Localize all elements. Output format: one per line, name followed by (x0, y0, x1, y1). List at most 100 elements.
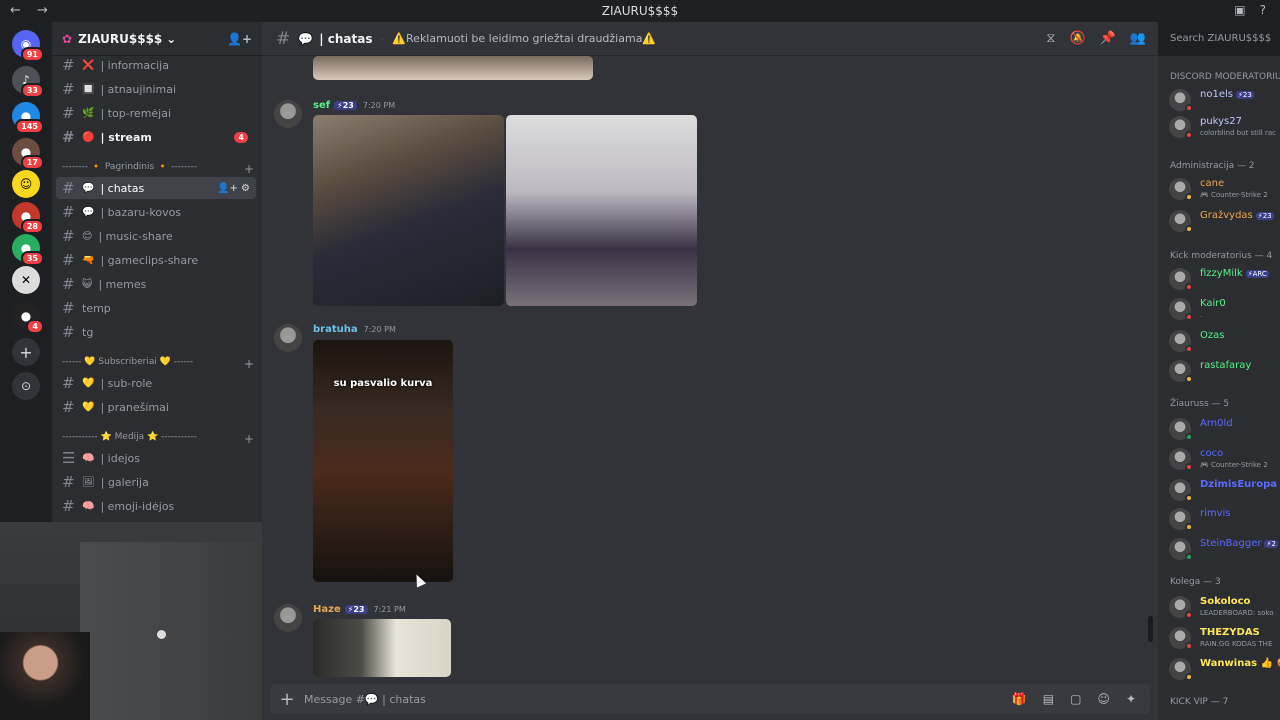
member-list-icon[interactable]: 👥 (1130, 31, 1146, 46)
member-name: rastafaray (1200, 360, 1252, 371)
server-icon[interactable]: ● 17 (12, 138, 44, 170)
avatar[interactable] (274, 324, 302, 352)
member-item[interactable]: pukys27 colorblind but still rac (1168, 114, 1280, 140)
hash-icon: # (62, 398, 75, 416)
discord-home-icon[interactable]: ◉ 91 (12, 30, 44, 62)
channel-emoji: 🔫 (82, 254, 95, 266)
mute-icon[interactable]: 🔕 (1069, 31, 1085, 46)
member-item[interactable]: DzimisEuropa (1168, 477, 1280, 503)
channel-label: | pranešimai (100, 400, 169, 414)
forum-item[interactable]: ☰ 🧠 | idejos (56, 447, 256, 469)
member-item[interactable]: Arn0ld (1168, 416, 1280, 442)
add-server-icon[interactable]: + (12, 338, 40, 366)
nav-arrows-icon[interactable]: ← → (10, 3, 54, 18)
member-item[interactable]: coco 🎮 Counter-Strike 2 (1168, 446, 1280, 472)
category-header[interactable]: ------ 💛 Subscriberiai 💛 ------ + (62, 357, 254, 371)
server-icon[interactable]: ♪ 33 (12, 66, 44, 98)
member-name: no1els (1200, 89, 1233, 100)
server-icon[interactable]: ✕ (12, 266, 40, 294)
channel-item-active[interactable]: # 💬 | chatas 👤+ ⚙ (56, 177, 256, 199)
channel-label: | music-share (98, 229, 173, 243)
channel-emoji: 🌿 (82, 107, 95, 119)
member-item[interactable]: rastafaray (1168, 358, 1280, 384)
apps-icon[interactable]: ✦ (1126, 692, 1136, 706)
message-composer[interactable]: + Message #💬 | chatas 🎁 ▤ ▢ ☺ ✦ (270, 684, 1150, 714)
channel-item[interactable]: # tg (56, 321, 256, 343)
member-item[interactable]: no1els ⚡23 (1168, 87, 1280, 113)
category-header[interactable]: ----------- ⭐ Medija ⭐ ----------- + (62, 432, 254, 446)
channel-item[interactable]: # 🔴 | stream 4 (56, 126, 256, 148)
message-image[interactable] (313, 619, 451, 677)
help-icon[interactable]: ? (1260, 3, 1266, 17)
gif-icon[interactable]: ▤ (1043, 692, 1054, 706)
search-input[interactable]: Search ZIAURU$$$$ (1164, 29, 1280, 51)
server-icon[interactable]: ☺ (12, 170, 40, 198)
channel-settings-icon[interactable]: 👤+ ⚙ (217, 183, 250, 194)
channel-item[interactable]: # 😺 | memes (56, 273, 256, 295)
channel-item[interactable]: # ❌ | informacija (56, 54, 256, 76)
member-activity: 🎮 Counter-Strike 2 (1200, 191, 1268, 199)
message-author[interactable]: Haze (313, 604, 341, 615)
member-item[interactable]: Ozas (1168, 328, 1280, 354)
discover-icon[interactable]: ⊙ (12, 372, 40, 400)
add-channel-icon[interactable]: + (244, 432, 254, 446)
channel-item[interactable]: # 🔫 | gameclips-share (56, 249, 256, 271)
emoji-icon[interactable]: ☺ (1097, 692, 1110, 706)
boost-tag: ⚡23 (344, 605, 368, 614)
hash-icon: # (62, 299, 75, 317)
server-header[interactable]: ✿ ZIAURU$$$$ ⌄ 👤+ (52, 22, 262, 56)
hash-icon: # (62, 80, 75, 98)
add-member-icon[interactable]: 👤+ (227, 32, 252, 46)
member-item[interactable]: rimvis (1168, 506, 1280, 532)
server-icon[interactable]: ● 145 (12, 102, 44, 134)
server-icon[interactable]: ● 4 (12, 302, 44, 334)
message-image[interactable] (506, 115, 697, 306)
member-item[interactable]: THEZYDAS RAIN.GG KODAS THE (1168, 625, 1280, 651)
channel-item[interactable]: # 😊 | music-share (56, 225, 256, 247)
server-icon[interactable]: ● 28 (12, 202, 44, 234)
message-author[interactable]: bratuha (313, 324, 358, 335)
threads-icon[interactable]: ⧖ (1046, 31, 1055, 46)
attach-plus-icon[interactable]: + (270, 689, 304, 710)
member-item[interactable]: Kair0. (1168, 296, 1280, 322)
add-channel-icon[interactable]: + (244, 357, 254, 371)
member-item[interactable]: cane 🎮 Counter-Strike 2 (1168, 176, 1280, 202)
channel-item[interactable]: # temp (56, 297, 256, 319)
scrollbar[interactable] (1148, 616, 1153, 642)
channel-item[interactable]: # 💛 | sub-role (56, 372, 256, 394)
member-item[interactable]: Wanwinas 👍 🍪 (1168, 656, 1280, 682)
mention-badge: 4 (234, 131, 248, 143)
member-name: THEZYDAS (1200, 627, 1260, 638)
channel-item[interactable]: # 💛 | pranešimai (56, 396, 256, 418)
status-dot (1185, 225, 1193, 233)
channel-item[interactable]: # 🖼 | galerija (56, 471, 256, 493)
message-image[interactable]: su pasvalio kurva (313, 340, 453, 582)
member-item[interactable]: Sokoloco LEADERBOARD: soko (1168, 594, 1280, 620)
add-channel-icon[interactable]: + (244, 162, 254, 176)
message-image[interactable] (313, 56, 593, 80)
channel-item[interactable]: # 🔲 | atnaujinimai (56, 78, 256, 100)
boost-count: 2 (1271, 540, 1276, 548)
avatar[interactable] (274, 100, 302, 128)
gift-icon[interactable]: 🎁 (1012, 692, 1027, 706)
message-image[interactable] (313, 115, 504, 306)
status-dot (1185, 553, 1193, 561)
member-item[interactable]: fizzyMilk ⚡ARC (1168, 266, 1280, 292)
channel-topic[interactable]: ⚠️Reklamuoti be leidimo griežtai draudži… (392, 32, 656, 45)
channel-label: | galerija (100, 475, 149, 489)
pin-icon[interactable]: 📌 (1100, 31, 1116, 46)
composer-placeholder[interactable]: Message #💬 | chatas (304, 693, 426, 706)
boost-tag: ⚡2 (1264, 540, 1278, 548)
unread-badge: 145 (15, 119, 44, 134)
inbox-icon[interactable]: ▣ (1234, 3, 1245, 17)
member-item[interactable]: SteinBagger ⚡2 (1168, 536, 1280, 562)
message-author[interactable]: sef (313, 100, 330, 111)
sticker-icon[interactable]: ▢ (1070, 692, 1081, 706)
channel-item[interactable]: # 💬 | bazaru-kovos (56, 201, 256, 223)
category-header[interactable]: -------- 🔸 Pagrindinis 🔸 -------- + (62, 162, 254, 176)
channel-item[interactable]: # 🌿 | top-remėjai (56, 102, 256, 124)
avatar[interactable] (274, 604, 302, 632)
channel-item[interactable]: # 🧠 | emoji-idėjos (56, 495, 256, 517)
member-item[interactable]: Gražvydas ⚡23 (1168, 208, 1280, 234)
server-icon[interactable]: ● 35 (12, 234, 44, 266)
